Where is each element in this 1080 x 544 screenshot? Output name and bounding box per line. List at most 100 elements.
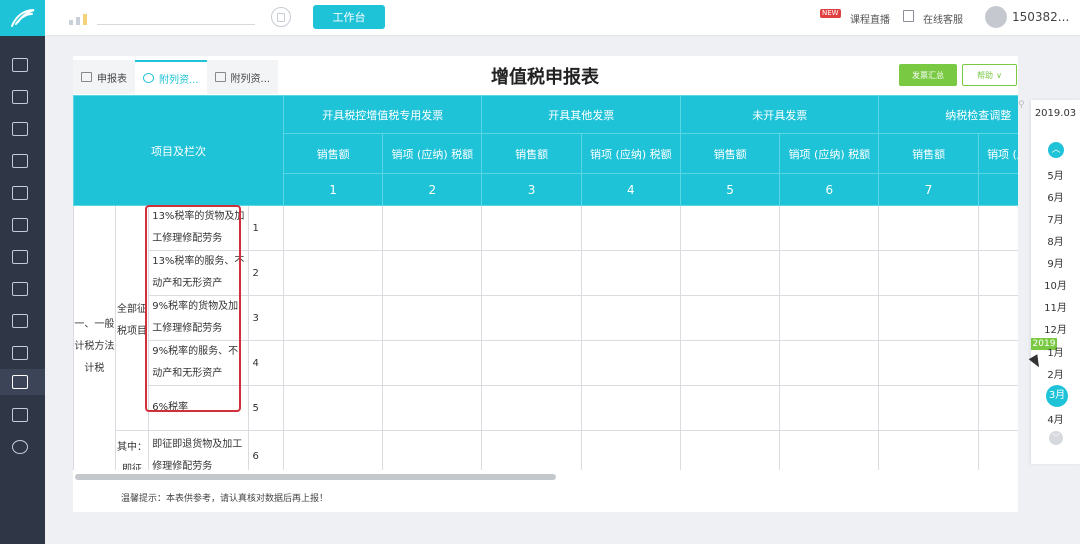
chevron-up-icon[interactable]: ︿ — [1048, 142, 1064, 158]
new-badge: NEW — [820, 9, 841, 18]
table-cell[interactable] — [382, 250, 483, 296]
table-cell[interactable] — [779, 250, 880, 296]
table-cell[interactable] — [679, 205, 781, 251]
table-cell[interactable] — [580, 430, 681, 470]
online-service-link[interactable]: 在线客服 — [923, 11, 963, 26]
table-cell[interactable] — [878, 385, 979, 431]
month-item[interactable]: 12月 — [1031, 321, 1080, 336]
table-cell[interactable] — [282, 340, 384, 386]
tab-attachment-1[interactable]: 附列资... — [135, 60, 207, 94]
table-cell[interactable] — [679, 385, 781, 431]
table-cell[interactable] — [977, 340, 1018, 386]
table-cell[interactable] — [382, 295, 483, 341]
table-cell[interactable] — [679, 295, 781, 341]
table-cell[interactable] — [481, 430, 582, 470]
table-cell[interactable] — [779, 385, 880, 431]
month-item[interactable]: 7月 — [1031, 211, 1080, 226]
table-cell[interactable] — [481, 250, 582, 296]
table-cell[interactable] — [878, 430, 979, 470]
table-cell[interactable] — [977, 295, 1018, 341]
table-cell[interactable] — [679, 250, 781, 296]
table-cell[interactable] — [779, 295, 880, 341]
month-item[interactable]: 4月 — [1031, 411, 1080, 426]
sidebar-building-icon[interactable] — [12, 186, 28, 200]
table-cell[interactable] — [580, 250, 681, 296]
sidebar-invoice-search-icon[interactable] — [12, 58, 28, 72]
current-period: 2019.03 — [1034, 108, 1077, 119]
group-header: 开具其他发票 — [481, 95, 681, 134]
table-cell[interactable] — [977, 250, 1018, 296]
sidebar-tax-icon[interactable] — [12, 375, 28, 389]
col-number: 7 — [878, 173, 979, 206]
sidebar-wallet-icon[interactable] — [12, 314, 28, 328]
sidebar-calendar-icon[interactable] — [12, 218, 28, 232]
table-cell[interactable] — [580, 385, 681, 431]
table-cell[interactable] — [977, 205, 1018, 251]
row-number: 2 — [248, 250, 284, 296]
table-cell[interactable] — [878, 250, 979, 296]
table-cell[interactable] — [382, 430, 483, 470]
search-icon[interactable]: ⚲ — [1018, 100, 1028, 110]
calculator-icon[interactable] — [271, 7, 291, 27]
sidebar-export-icon[interactable] — [12, 408, 28, 422]
table-cell[interactable] — [481, 205, 582, 251]
month-item[interactable]: 8月 — [1031, 233, 1080, 248]
selected-month[interactable]: 3月 — [1046, 385, 1068, 407]
month-item[interactable]: 5月 — [1031, 167, 1080, 182]
month-item[interactable]: 9月 — [1031, 255, 1080, 270]
table-cell[interactable] — [282, 430, 384, 470]
app-logo[interactable] — [0, 0, 45, 36]
sidebar-ledger-icon[interactable] — [12, 122, 28, 136]
help-label: 帮助 — [977, 70, 994, 80]
table-cell[interactable] — [481, 295, 582, 341]
table-cell[interactable] — [977, 430, 1018, 470]
table-cell[interactable] — [878, 340, 979, 386]
month-item[interactable]: 10月 — [1031, 277, 1080, 292]
table-cell[interactable] — [382, 205, 483, 251]
table-cell[interactable] — [282, 250, 384, 296]
sidebar-tag-icon[interactable] — [12, 282, 28, 296]
row-item: 9%税率的服务、不动产和无形资产 — [148, 340, 250, 386]
table-row: 一、一般计税方法计税 全部征税项目 13%税率的货物及加工修理修配劳务 1 — [73, 205, 1018, 470]
sidebar-chart-icon[interactable] — [12, 154, 28, 168]
scrollbar-thumb[interactable] — [75, 474, 556, 480]
table-cell[interactable] — [282, 385, 384, 431]
table-cell[interactable] — [580, 340, 681, 386]
table-cell[interactable] — [580, 205, 681, 251]
table-cell[interactable] — [977, 385, 1018, 431]
chevron-down-icon[interactable]: ﹀ — [1049, 431, 1063, 445]
table-cell[interactable] — [679, 430, 781, 470]
sidebar-gear-icon[interactable] — [12, 440, 28, 454]
user-account[interactable]: 150382... — [1012, 10, 1069, 24]
table-cell[interactable] — [779, 430, 880, 470]
group-header: 纳税检查调整 — [878, 95, 1018, 134]
table-cell[interactable] — [282, 205, 384, 251]
month-item[interactable]: 11月 — [1031, 299, 1080, 314]
tab-declaration[interactable]: 申报表 — [73, 60, 135, 94]
sidebar-report-icon[interactable] — [12, 250, 28, 264]
table-cell[interactable] — [878, 205, 979, 251]
table-cell[interactable] — [481, 340, 582, 386]
left-sidebar — [0, 0, 45, 544]
table-cell[interactable] — [878, 295, 979, 341]
table-cell[interactable] — [679, 340, 781, 386]
table-cell[interactable] — [282, 295, 384, 341]
workbench-button[interactable]: 工作台 — [313, 5, 385, 29]
table-cell[interactable] — [779, 205, 880, 251]
course-live-link[interactable]: 课程直播 — [850, 11, 890, 26]
table-cell[interactable] — [382, 385, 483, 431]
help-dropdown[interactable]: 帮助 ∨ — [962, 64, 1017, 86]
month-item[interactable]: 2月 — [1031, 366, 1080, 381]
category-general: 一、一般计税方法计税 — [73, 205, 116, 470]
table-row: 其中：即征 即征即退货物及加工修理修配劳务 6 — [74, 430, 1018, 470]
table-cell[interactable] — [580, 295, 681, 341]
sidebar-image-icon[interactable] — [12, 346, 28, 360]
table-cell[interactable] — [481, 385, 582, 431]
sidebar-document-icon[interactable] — [12, 90, 28, 104]
invoice-summary-button[interactable]: 发票汇总 — [899, 64, 957, 86]
avatar[interactable] — [985, 6, 1007, 28]
table-cell[interactable] — [779, 340, 880, 386]
month-item[interactable]: 6月 — [1031, 189, 1080, 204]
table-cell[interactable] — [382, 340, 483, 386]
tab-attachment-2[interactable]: 附列资... — [206, 60, 279, 94]
